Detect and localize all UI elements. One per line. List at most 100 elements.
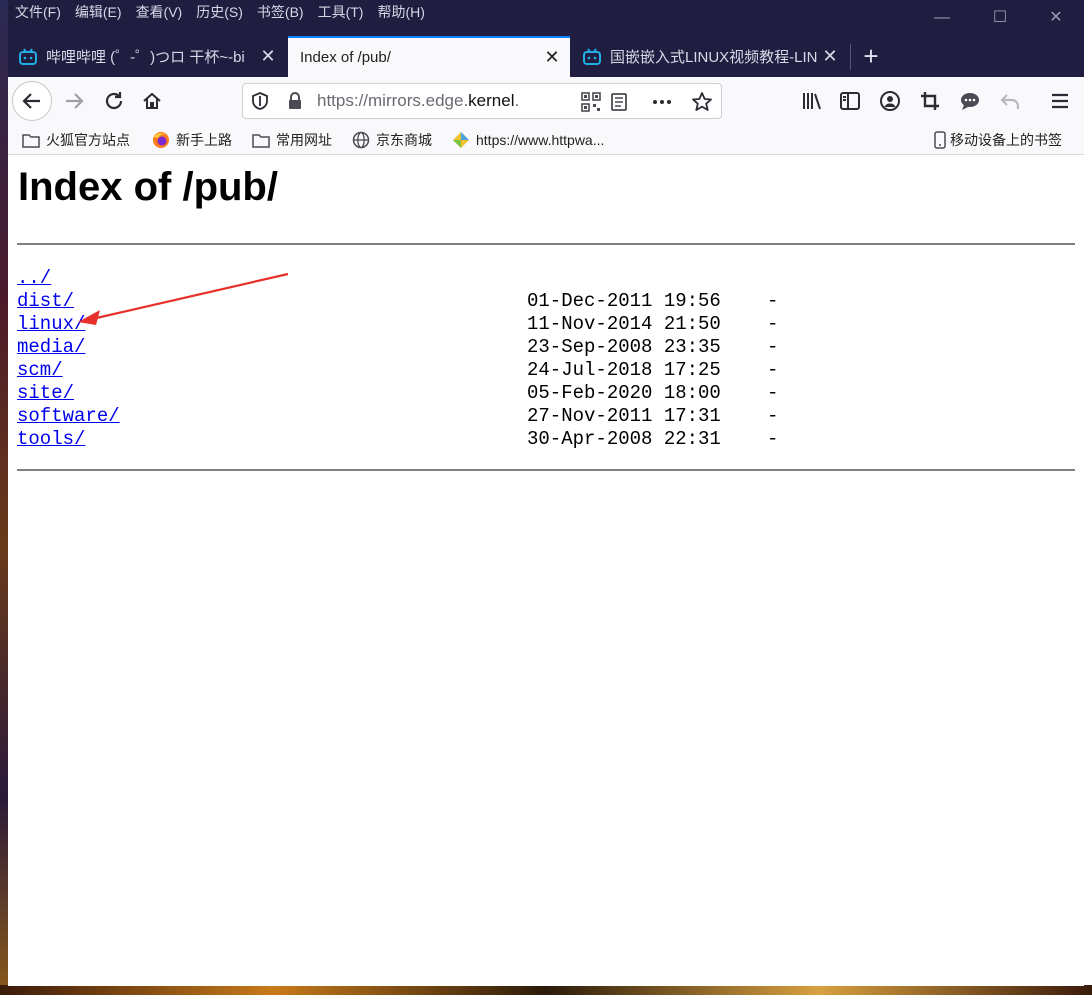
bookmark-httpwatch[interactable]: https://www.httpwa...: [452, 128, 604, 152]
divider-bottom: [17, 469, 1075, 471]
star-icon[interactable]: [691, 91, 713, 118]
tab-index-of-pub[interactable]: Index of /pub/ ✕: [288, 36, 570, 77]
list-item: tools/ 30-Apr-2008 22:31 -: [17, 428, 778, 451]
bookmark-label: 京东商城: [376, 132, 432, 148]
tab-separator: [850, 44, 851, 70]
maximize-button[interactable]: ☐: [982, 6, 1018, 30]
tab-title: Index of /pub/: [300, 49, 391, 66]
close-icon[interactable]: ✕: [540, 47, 564, 68]
folder-icon: [22, 131, 40, 149]
httpwatch-icon: [452, 131, 470, 149]
forward-arrow-icon: [66, 93, 84, 109]
list-item: media/ 23-Sep-2008 23:35 -: [17, 336, 778, 359]
home-icon: [143, 92, 161, 109]
entry-link-tools[interactable]: tools/: [17, 428, 85, 450]
new-tab-button[interactable]: +: [854, 36, 888, 77]
account-button[interactable]: [874, 85, 906, 117]
hamburger-menu-icon: [1052, 93, 1068, 109]
close-icon[interactable]: ✕: [256, 46, 280, 67]
entry-size: -: [767, 359, 779, 381]
undo-button[interactable]: [994, 85, 1026, 117]
menu-file[interactable]: 文件(F): [8, 0, 68, 26]
desktop-background-bottom: [0, 985, 1092, 995]
entry-link-software[interactable]: software/: [17, 405, 120, 427]
menu-view[interactable]: 查看(V): [129, 0, 190, 26]
screenshot-button[interactable]: [914, 85, 946, 117]
browser-window: 文件(F) 编辑(E) 查看(V) 历史(S) 书签(B) 工具(T) 帮助(H…: [8, 0, 1084, 986]
forward-button[interactable]: [58, 85, 90, 117]
url-text[interactable]: https://mirrors.edge.kernel.: [317, 91, 567, 111]
mobile-icon: [934, 131, 946, 149]
library-button[interactable]: [796, 85, 828, 117]
lock-icon[interactable]: [287, 92, 303, 115]
chat-button[interactable]: [954, 85, 986, 117]
annotation-arrow-icon: [78, 272, 289, 325]
menu-bar: 文件(F) 编辑(E) 查看(V) 历史(S) 书签(B) 工具(T) 帮助(H…: [8, 0, 432, 26]
close-icon[interactable]: ✕: [818, 46, 842, 67]
menu-bookmarks[interactable]: 书签(B): [250, 0, 311, 26]
close-window-button[interactable]: ✕: [1038, 6, 1074, 30]
library-icon: [803, 93, 821, 110]
entry-size: -: [767, 290, 779, 312]
entry-size: -: [767, 428, 779, 450]
tab-bilibili[interactable]: 哔哩哔哩 (゜-゜)つロ 干杯~-bi ✕: [8, 36, 286, 77]
bookmark-label: 新手上路: [176, 132, 232, 148]
tab-title: 哔哩哔哩 (゜-゜)つロ 干杯~-bi: [46, 49, 245, 66]
url-domain: kernel: [468, 91, 515, 110]
bookmark-jd-mall[interactable]: 京东商城: [352, 128, 432, 152]
url-prefix: https://mirrors.edge.: [317, 91, 469, 110]
tab-title: 国嵌嵌入式LINUX视频教程-LIN: [610, 49, 818, 66]
entry-date: 05-Feb-2020 18:00: [527, 382, 721, 404]
sidebar-icon: [840, 92, 860, 110]
shield-icon[interactable]: [251, 92, 269, 115]
entry-date: 23-Sep-2008 23:35: [527, 336, 721, 358]
tab-strip: 哔哩哔哩 (゜-゜)つロ 干杯~-bi ✕ Index of /pub/ ✕ 国…: [8, 36, 1084, 77]
menu-edit[interactable]: 编辑(E): [68, 0, 129, 26]
bookmark-label: https://www.httpwa...: [476, 132, 605, 148]
navigation-toolbar: https://mirrors.edge.kernel.: [8, 77, 1084, 125]
bookmark-common-sites[interactable]: 常用网址: [252, 128, 332, 152]
undo-icon: [1000, 94, 1020, 109]
folder-icon: [252, 131, 270, 149]
crop-icon: [921, 92, 939, 110]
qr-code-icon[interactable]: [581, 92, 601, 117]
reload-icon: [105, 92, 123, 110]
entry-link-media[interactable]: media/: [17, 336, 85, 358]
bookmark-firefox-official[interactable]: 火狐官方站点: [22, 128, 130, 152]
menu-help[interactable]: 帮助(H): [370, 0, 431, 26]
url-bar[interactable]: https://mirrors.edge.kernel.: [242, 83, 722, 119]
desktop-background-left: [0, 0, 8, 995]
globe-icon: [352, 131, 370, 149]
title-bar: 文件(F) 编辑(E) 查看(V) 历史(S) 书签(B) 工具(T) 帮助(H…: [8, 0, 1084, 77]
bookmarks-toolbar: 火狐官方站点 新手上路 常用网址 京东商城 https://www.httpwa…: [8, 125, 1084, 155]
desktop-background-right: [1084, 0, 1092, 995]
chat-icon: [961, 93, 979, 110]
bookmark-label: 火狐官方站点: [46, 132, 130, 148]
entry-link-scm[interactable]: scm/: [17, 359, 63, 381]
menu-history[interactable]: 历史(S): [189, 0, 250, 26]
more-icon[interactable]: [651, 92, 673, 117]
page-content: Index of /pub/ ../ dist/ 01-Dec-2011 19:…: [8, 155, 1084, 986]
bookmark-mobile[interactable]: 移动设备上的书签: [934, 128, 1062, 152]
entry-link-site[interactable]: site/: [17, 382, 74, 404]
back-button[interactable]: [12, 81, 52, 121]
bookmark-label: 常用网址: [276, 132, 332, 148]
entry-date: 11-Nov-2014 21:50: [527, 313, 721, 335]
list-item: scm/ 24-Jul-2018 17:25 -: [17, 359, 778, 382]
bookmark-getting-started[interactable]: 新手上路: [152, 128, 232, 152]
reload-button[interactable]: [98, 85, 130, 117]
hamburger-menu-button[interactable]: [1044, 85, 1076, 117]
reader-icon[interactable]: [609, 92, 629, 117]
back-arrow-icon: [22, 93, 40, 109]
entry-date: 01-Dec-2011 19:56: [527, 290, 721, 312]
bilibili-icon: [582, 47, 602, 67]
minimize-button[interactable]: —: [924, 6, 960, 30]
tab-linux-tutorial[interactable]: 国嵌嵌入式LINUX视频教程-LIN ✕: [572, 36, 848, 77]
entry-size: -: [767, 313, 779, 335]
url-suffix: .: [514, 91, 520, 110]
sidebar-button[interactable]: [834, 85, 866, 117]
entry-size: -: [767, 382, 779, 404]
menu-tools[interactable]: 工具(T): [311, 0, 371, 26]
firefox-icon: [152, 131, 170, 149]
home-button[interactable]: [136, 85, 168, 117]
